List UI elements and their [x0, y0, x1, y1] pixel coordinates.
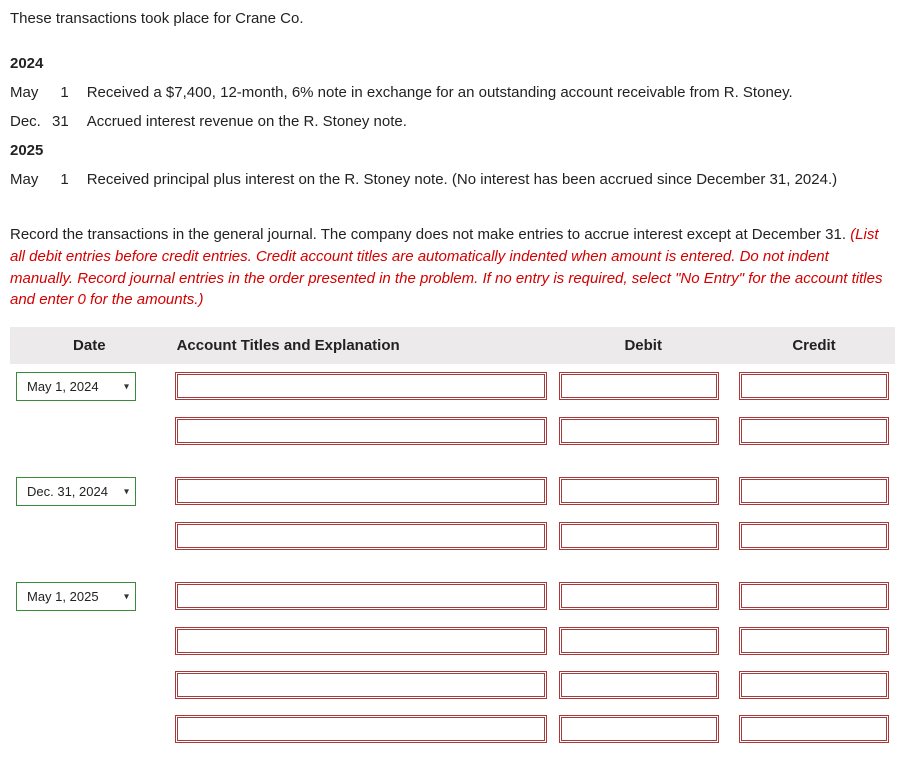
account-input[interactable]	[175, 522, 548, 550]
year-heading: 2025	[10, 136, 847, 165]
account-input[interactable]	[175, 417, 548, 445]
date-select-3[interactable]: May 1, 2025 ▾	[16, 582, 136, 611]
debit-input[interactable]	[559, 715, 719, 743]
date-select-1[interactable]: May 1, 2024 ▾	[16, 372, 136, 401]
tx-day: 1	[52, 165, 87, 194]
credit-input[interactable]	[739, 477, 889, 505]
credit-input[interactable]	[739, 417, 889, 445]
debit-input[interactable]	[559, 671, 719, 699]
credit-input[interactable]	[739, 671, 889, 699]
debit-input[interactable]	[559, 627, 719, 655]
date-select-value: Dec. 31, 2024	[27, 484, 108, 499]
header-debit: Debit	[553, 327, 733, 364]
transactions-list: 2024 May 1 Received a $7,400, 12-month, …	[10, 49, 847, 194]
debit-input[interactable]	[559, 522, 719, 550]
account-input[interactable]	[175, 372, 548, 400]
debit-input[interactable]	[559, 477, 719, 505]
date-select-value: May 1, 2024	[27, 379, 99, 394]
credit-input[interactable]	[739, 715, 889, 743]
tx-desc: Accrued interest revenue on the R. Stone…	[87, 107, 847, 136]
tx-day: 1	[52, 78, 87, 107]
credit-input[interactable]	[739, 582, 889, 610]
tx-month: May	[10, 78, 52, 107]
account-input[interactable]	[175, 477, 548, 505]
tx-month: May	[10, 165, 52, 194]
tx-desc: Received a $7,400, 12-month, 6% note in …	[87, 78, 847, 107]
credit-input[interactable]	[739, 522, 889, 550]
chevron-down-icon: ▾	[124, 486, 129, 497]
chevron-down-icon: ▾	[124, 381, 129, 392]
credit-input[interactable]	[739, 372, 889, 400]
account-input[interactable]	[175, 582, 548, 610]
tx-month: Dec.	[10, 107, 52, 136]
journal-table: Date Account Titles and Explanation Debi…	[10, 327, 895, 751]
debit-input[interactable]	[559, 417, 719, 445]
date-select-2[interactable]: Dec. 31, 2024 ▾	[16, 477, 136, 506]
year-heading: 2024	[10, 49, 847, 78]
header-credit: Credit	[733, 327, 895, 364]
debit-input[interactable]	[559, 372, 719, 400]
instructions: Record the transactions in the general j…	[10, 224, 895, 311]
header-account: Account Titles and Explanation	[169, 327, 554, 364]
debit-input[interactable]	[559, 582, 719, 610]
tx-day: 31	[52, 107, 87, 136]
date-select-value: May 1, 2025	[27, 589, 99, 604]
chevron-down-icon: ▾	[124, 591, 129, 602]
account-input[interactable]	[175, 627, 548, 655]
tx-desc: Received principal plus interest on the …	[87, 165, 847, 194]
account-input[interactable]	[175, 715, 548, 743]
credit-input[interactable]	[739, 627, 889, 655]
intro-text: These transactions took place for Crane …	[10, 10, 895, 27]
instructions-plain: Record the transactions in the general j…	[10, 226, 850, 243]
account-input[interactable]	[175, 671, 548, 699]
header-date: Date	[10, 327, 169, 364]
